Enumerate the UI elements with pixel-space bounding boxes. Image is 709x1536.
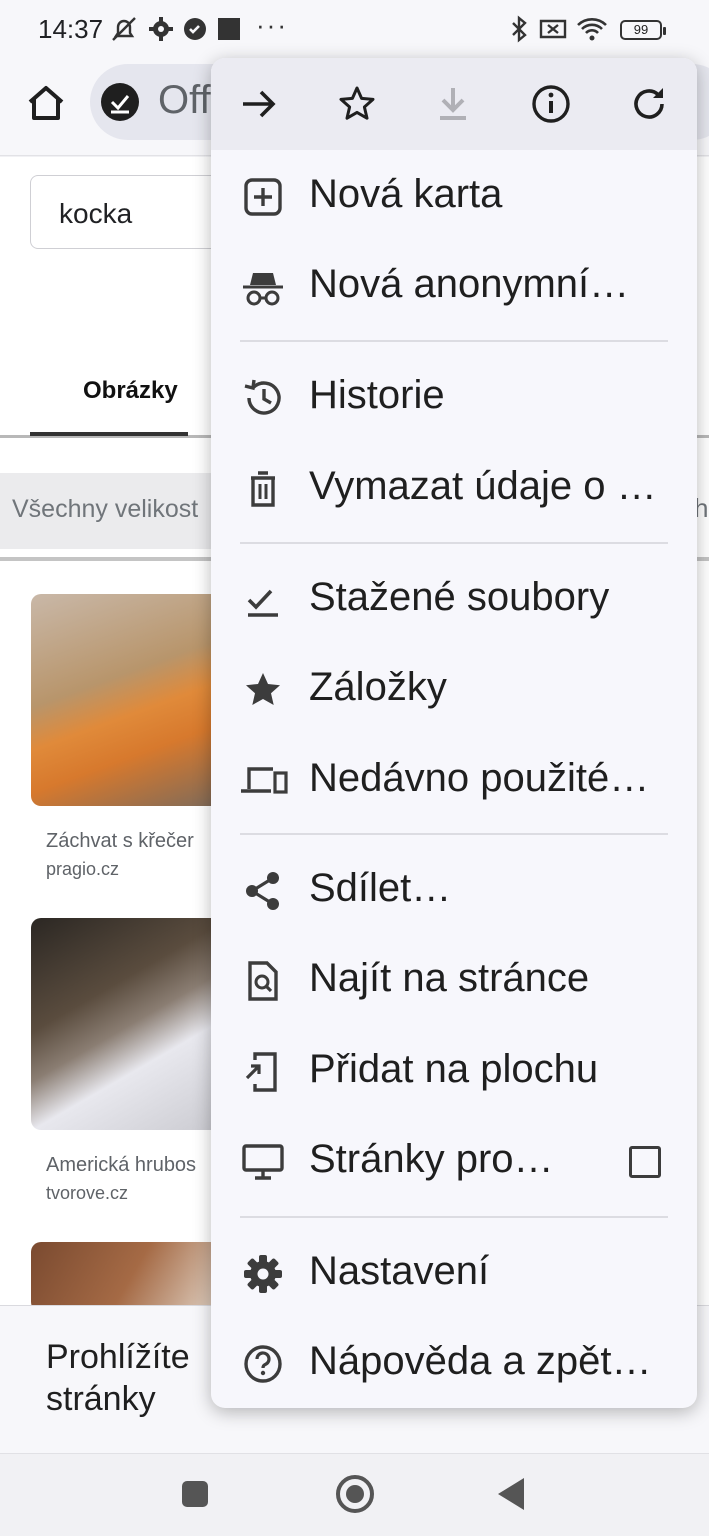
battery-indicator: 99 xyxy=(620,20,666,40)
menu-item-recent-tabs[interactable]: Nedávno použité… xyxy=(211,736,697,826)
incognito-icon xyxy=(241,265,285,309)
find-in-page-icon xyxy=(241,959,285,1003)
desktop-icon xyxy=(241,1140,285,1184)
menu-item-find-in-page[interactable]: Najít na stránce xyxy=(211,936,697,1026)
menu-action-bar xyxy=(211,58,697,150)
back-button[interactable] xyxy=(498,1478,524,1510)
mute-icon xyxy=(110,14,138,44)
result-image[interactable] xyxy=(31,594,231,806)
bookmark-star-icon[interactable] xyxy=(335,82,379,126)
menu-item-settings[interactable]: Nastavení xyxy=(211,1229,697,1319)
add-to-home-icon xyxy=(241,1050,285,1094)
new-tab-icon xyxy=(241,175,285,219)
info-icon[interactable] xyxy=(529,82,573,126)
home-icon[interactable] xyxy=(22,80,70,128)
tab-active-indicator xyxy=(30,432,188,436)
result-source: tvorove.cz xyxy=(46,1183,129,1203)
settings-icon xyxy=(241,1252,285,1296)
result-image[interactable] xyxy=(31,1242,231,1312)
banner-text: Prohlížíte stránky xyxy=(46,1338,190,1418)
menu-item-history[interactable]: Historie xyxy=(211,353,697,443)
system-nav-bar xyxy=(0,1453,709,1536)
menu-divider xyxy=(240,833,668,835)
menu-item-share[interactable]: Sdílet… xyxy=(211,846,697,936)
search-value: kocka xyxy=(59,198,133,229)
result-source: pragio.cz xyxy=(46,859,120,879)
menu-item-bookmarks[interactable]: Záložky xyxy=(211,645,697,735)
menu-item-desktop-site[interactable]: Stránky pro… xyxy=(211,1117,697,1207)
check-circle-icon xyxy=(182,14,210,44)
menu-divider xyxy=(240,542,668,544)
downloads-icon xyxy=(241,578,285,622)
download-icon[interactable] xyxy=(431,82,475,126)
square-icon xyxy=(216,14,244,44)
offline-check-icon xyxy=(100,82,140,122)
bluetooth-icon xyxy=(506,14,534,44)
overflow-menu: Nová karta Nová anonymní… Historie Vymaz… xyxy=(211,58,697,1408)
star-icon xyxy=(241,668,285,712)
menu-item-new-tab[interactable]: Nová karta xyxy=(211,152,697,242)
wifi-icon xyxy=(576,14,607,44)
result-caption[interactable]: Záchvat s křečer xyxy=(46,830,194,853)
share-icon xyxy=(241,869,285,913)
size-filter-label: Všechny velikost xyxy=(12,495,199,523)
more-notifications: ··· xyxy=(256,10,288,40)
result-caption[interactable]: Americká hrubos xyxy=(46,1154,196,1177)
devices-icon xyxy=(241,759,288,803)
menu-divider xyxy=(240,1216,668,1218)
menu-item-new-incognito[interactable]: Nová anonymní… xyxy=(211,242,697,332)
menu-divider xyxy=(240,340,668,342)
gear-icon xyxy=(148,14,176,44)
no-sim-icon xyxy=(538,14,567,44)
menu-item-downloads[interactable]: Stažené soubory xyxy=(211,555,697,645)
help-icon xyxy=(241,1342,285,1386)
tab-images[interactable]: Obrázky xyxy=(83,377,178,405)
result-image[interactable] xyxy=(31,918,231,1130)
trash-icon xyxy=(241,467,285,511)
forward-icon[interactable] xyxy=(237,82,281,126)
menu-item-add-to-home[interactable]: Přidat na plochu xyxy=(211,1027,697,1117)
recents-button[interactable] xyxy=(182,1481,208,1507)
omnibox-text: Off xyxy=(158,78,211,122)
desktop-site-checkbox[interactable] xyxy=(629,1146,661,1178)
status-time: 14:37 xyxy=(38,14,104,44)
home-button[interactable] xyxy=(336,1475,374,1513)
status-bar: 14:37 ··· 99 xyxy=(0,0,709,60)
menu-item-clear-data[interactable]: Vymazat údaje o … xyxy=(211,444,697,534)
menu-item-help[interactable]: Nápověda a zpět… xyxy=(211,1319,697,1408)
history-icon xyxy=(241,376,285,420)
reload-icon[interactable] xyxy=(627,82,671,126)
